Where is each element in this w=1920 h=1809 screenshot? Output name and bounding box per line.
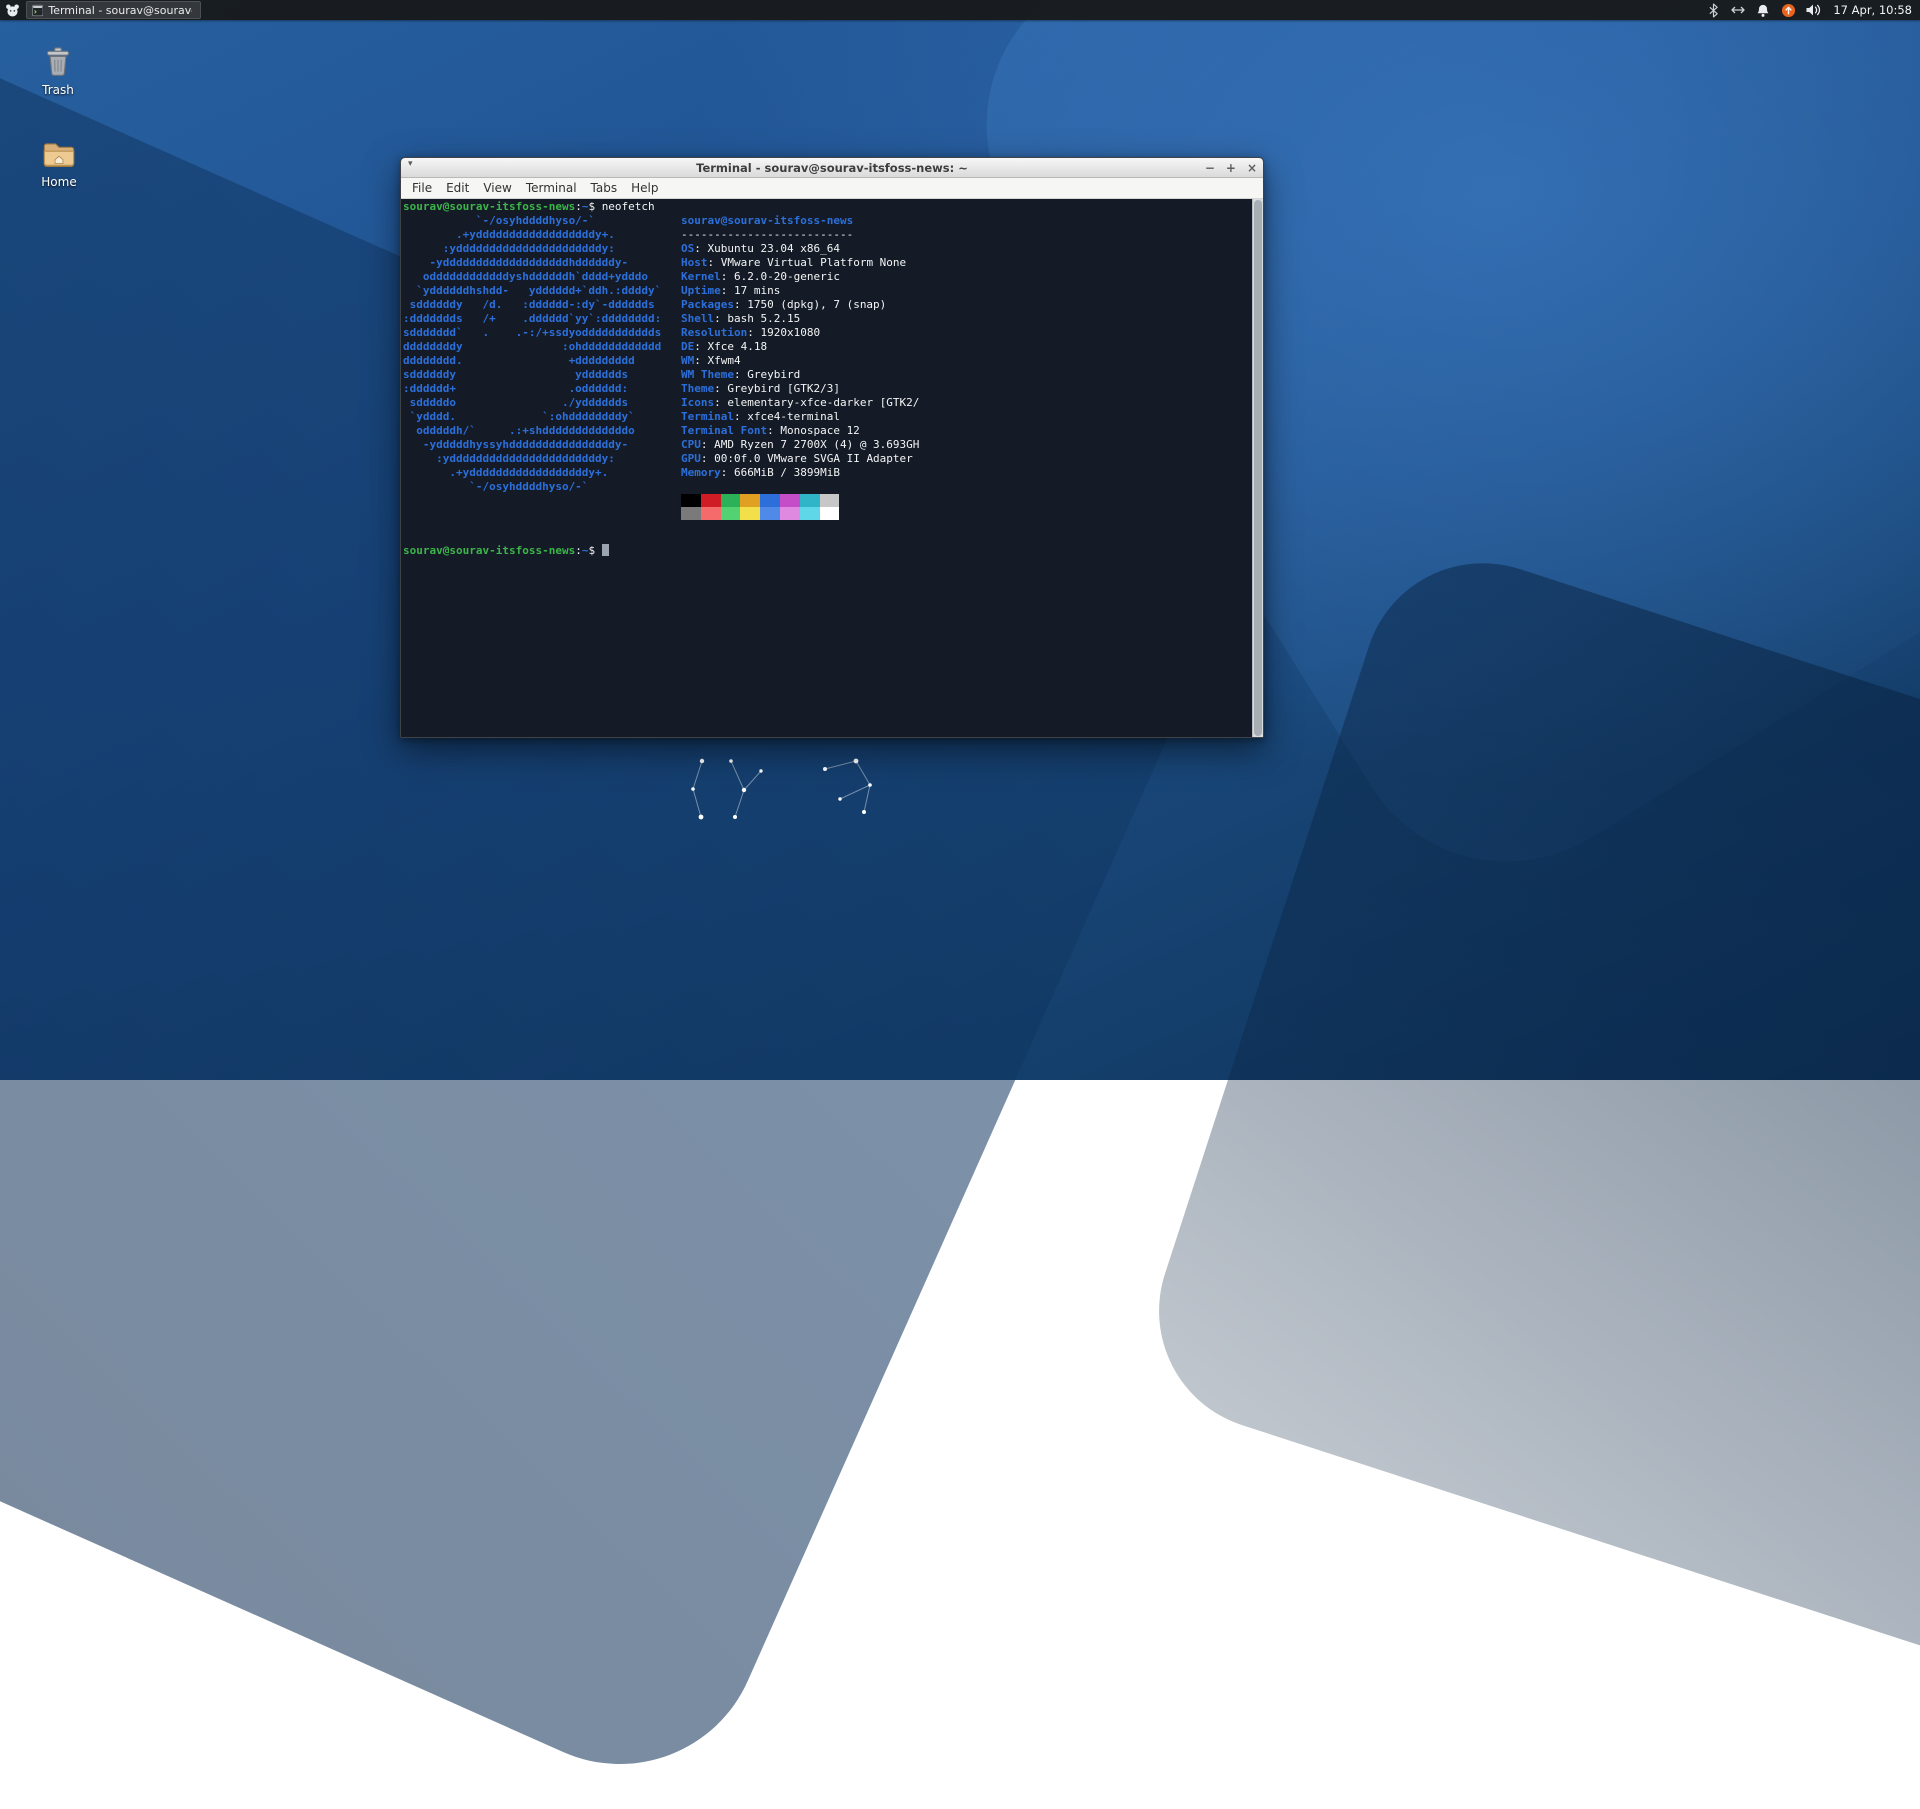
palette-block <box>701 507 721 520</box>
panel-clock[interactable]: 17 Apr, 10:58 <box>1830 3 1912 17</box>
home-icon-label: Home <box>41 175 76 189</box>
close-button[interactable]: × <box>1247 162 1257 174</box>
neofetch-info-line: Terminal Font: Monospace 12 <box>681 424 1249 438</box>
neofetch-info-line: Uptime: 17 mins <box>681 284 1249 298</box>
trash-icon-label: Trash <box>42 83 74 97</box>
applications-menu-button[interactable] <box>0 0 24 20</box>
window-titlebar[interactable]: ▾ Terminal - sourav@sourav-itsfoss-news:… <box>401 158 1263 178</box>
trash-icon <box>40 44 76 80</box>
prompt-userhost: sourav@sourav-itsfoss-news <box>403 544 575 557</box>
menu-terminal[interactable]: Terminal <box>519 181 584 195</box>
menu-view[interactable]: View <box>476 181 518 195</box>
palette-row-1 <box>681 494 1249 507</box>
desktop-icon-home[interactable]: Home <box>20 136 98 189</box>
neofetch-info-line: Packages: 1750 (dpkg), 7 (snap) <box>681 298 1249 312</box>
prompt-userhost: sourav@sourav-itsfoss-news <box>403 200 575 213</box>
menu-tabs[interactable]: Tabs <box>584 181 625 195</box>
palette-block <box>760 494 780 507</box>
menu-edit[interactable]: Edit <box>439 181 476 195</box>
window-title: Terminal - sourav@sourav-itsfoss-news: ~ <box>401 161 1263 175</box>
palette-block <box>760 507 780 520</box>
command-text: neofetch <box>602 200 655 213</box>
neofetch-info-line: Memory: 666MiB / 3899MiB <box>681 466 1249 480</box>
neofetch-title: sourav@sourav-itsfoss-news <box>681 214 853 227</box>
neofetch-info-line: CPU: AMD Ryzen 7 2700X (4) @ 3.693GH <box>681 438 1249 452</box>
top-panel: Terminal - sourav@sourav-it... <box>0 0 1920 20</box>
taskbar-window-button[interactable]: Terminal - sourav@sourav-it... <box>26 1 201 19</box>
palette-block <box>681 494 701 507</box>
neofetch-separator: -------------------------- <box>681 228 1249 242</box>
palette-block <box>780 494 800 507</box>
wallpaper-constellations <box>668 744 898 829</box>
neofetch-info-line: Kernel: 6.2.0-20-generic <box>681 270 1249 284</box>
volume-icon[interactable] <box>1805 2 1821 18</box>
neofetch-info-line: WM Theme: Greybird <box>681 368 1249 382</box>
neofetch-ascii-art: `-/osyhddddhyso/-` .+ydddddddddddddddddd… <box>403 214 681 494</box>
neofetch-info-line: WM: Xfwm4 <box>681 354 1249 368</box>
palette-block <box>740 494 760 507</box>
neofetch-info-line: DE: Xfce 4.18 <box>681 340 1249 354</box>
notifications-bell-icon[interactable] <box>1755 2 1771 18</box>
palette-block <box>820 494 840 507</box>
home-folder-icon <box>41 136 77 172</box>
palette-block <box>721 507 741 520</box>
neofetch-info-line: Icons: elementary-xfce-darker [GTK2/ <box>681 396 1249 410</box>
terminal-cursor <box>602 544 609 556</box>
prompt-line-current: sourav@sourav-itsfoss-news:~$ <box>403 544 1249 558</box>
neofetch-info-line: Shell: bash 5.2.15 <box>681 312 1249 326</box>
prompt-line: sourav@sourav-itsfoss-news:~$ neofetch <box>403 200 1249 214</box>
palette-block <box>800 494 820 507</box>
palette-block <box>681 507 701 520</box>
palette-block <box>701 494 721 507</box>
palette-block <box>740 507 760 520</box>
neofetch-info-line: Resolution: 1920x1080 <box>681 326 1249 340</box>
neofetch-color-palette <box>681 494 1249 520</box>
neofetch-info-lines: OS: Xubuntu 23.04 x86_64Host: VMware Vir… <box>681 242 1249 480</box>
taskbar-window-title: Terminal - sourav@sourav-it... <box>48 4 192 17</box>
menu-help[interactable]: Help <box>624 181 665 195</box>
palette-block <box>780 507 800 520</box>
desktop-icon-trash[interactable]: Trash <box>19 44 97 97</box>
neofetch-info-line: Theme: Greybird [GTK2/3] <box>681 382 1249 396</box>
scrollbar-thumb[interactable] <box>1254 200 1262 736</box>
terminal-scrollbar[interactable] <box>1252 199 1263 737</box>
network-icon[interactable] <box>1730 2 1746 18</box>
neofetch-info-line: Host: VMware Virtual Platform None <box>681 256 1249 270</box>
minimize-button[interactable]: − <box>1205 162 1215 174</box>
xubuntu-mouse-icon <box>5 3 20 18</box>
menu-bar: FileEditViewTerminalTabsHelp <box>401 178 1263 199</box>
palette-block <box>820 507 840 520</box>
terminal-icon <box>32 4 43 17</box>
bluetooth-icon[interactable] <box>1705 2 1721 18</box>
neofetch-info-line: GPU: 00:0f.0 VMware SVGA II Adapter <box>681 452 1249 466</box>
neofetch-output: `-/osyhddddhyso/-` .+ydddddddddddddddddd… <box>403 214 1249 520</box>
palette-row-2 <box>681 507 1249 520</box>
terminal-window: ▾ Terminal - sourav@sourav-itsfoss-news:… <box>400 157 1264 738</box>
maximize-button[interactable]: + <box>1226 162 1236 174</box>
neofetch-info-line: OS: Xubuntu 23.04 x86_64 <box>681 242 1249 256</box>
neofetch-info-line: Terminal: xfce4-terminal <box>681 410 1249 424</box>
menu-file[interactable]: File <box>405 181 439 195</box>
palette-block <box>721 494 741 507</box>
palette-block <box>800 507 820 520</box>
terminal-screen[interactable]: sourav@sourav-itsfoss-news:~$ neofetch `… <box>401 199 1263 737</box>
software-updater-icon[interactable] <box>1780 2 1796 18</box>
